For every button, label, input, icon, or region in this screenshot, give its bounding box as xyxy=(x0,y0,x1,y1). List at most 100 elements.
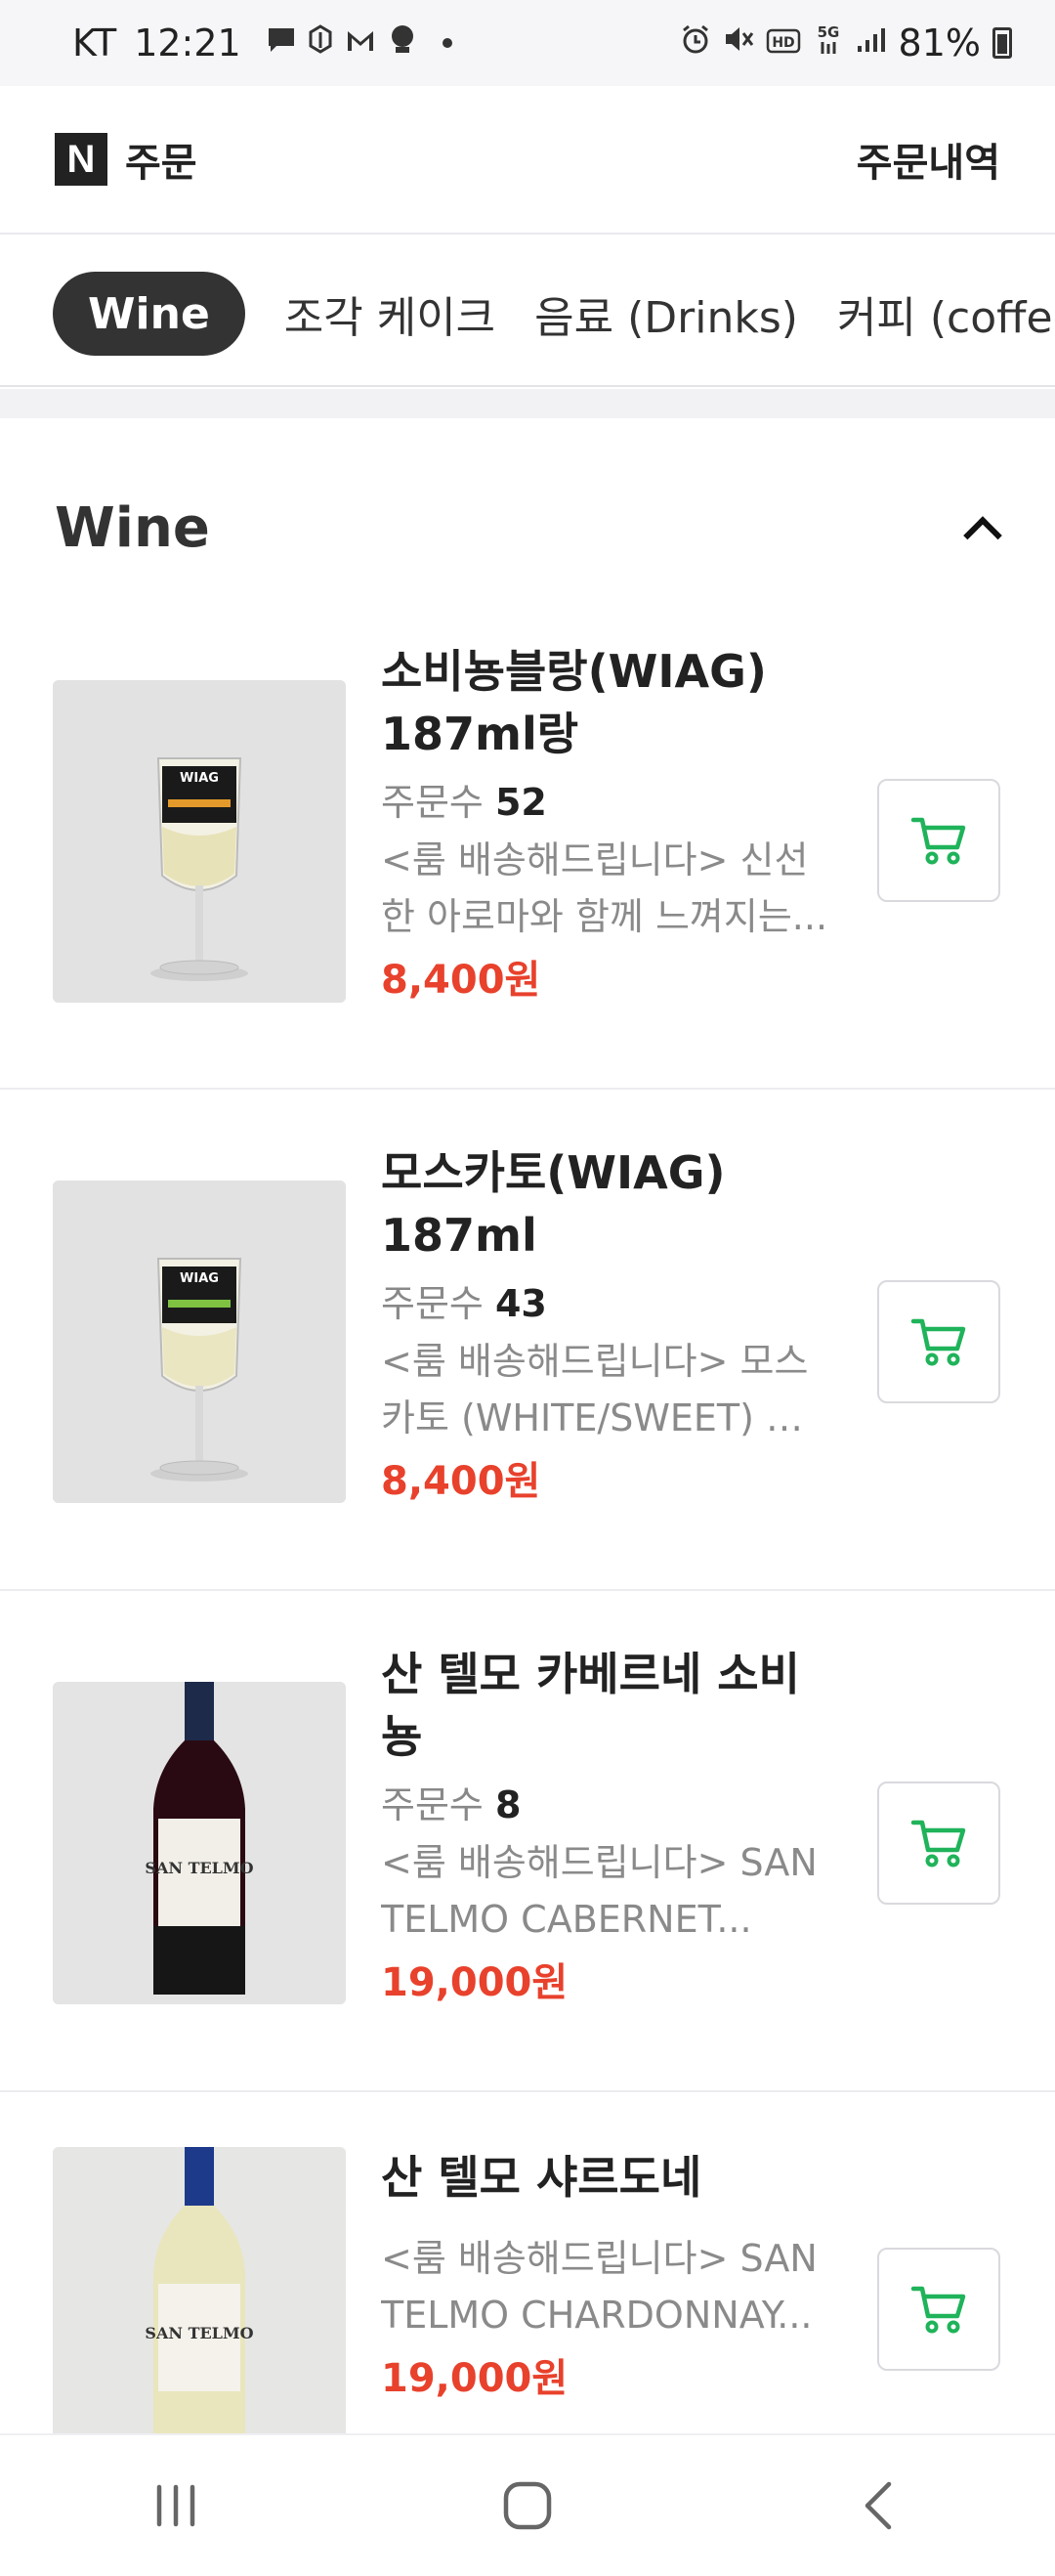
mute-icon xyxy=(723,24,754,62)
svg-text:WIAG: WIAG xyxy=(180,1271,219,1286)
description-line: <룸 배송해드립니다> 모스 xyxy=(381,1340,809,1383)
assistant-icon xyxy=(388,23,417,63)
description-line: 한 아로마와 함께 느껴지는... xyxy=(381,895,828,938)
message-icon xyxy=(267,24,296,62)
order-history-link[interactable]: 주문내역 xyxy=(857,131,1000,188)
category-tabs: Wine 조각 케이크 음료 (Drinks) 커피 (coffee) xyxy=(0,235,1055,387)
battery-percent: 81% xyxy=(898,21,981,64)
cart-icon xyxy=(910,817,966,865)
description-line: <룸 배송해드립니다> SAN xyxy=(381,1841,818,1884)
naver-logo: N xyxy=(55,133,107,186)
home-icon xyxy=(503,2481,552,2530)
order-count-value: 52 xyxy=(494,781,547,824)
add-to-cart-button[interactable] xyxy=(877,2248,1000,2371)
order-count: 주문수 52 xyxy=(381,775,830,830)
5g-icon: 5G xyxy=(813,22,844,64)
product-image: SAN TELMO xyxy=(53,2147,346,2433)
product-name-line: 산 텔모 카베르네 소비 xyxy=(381,1648,800,1700)
section-gap xyxy=(0,389,1055,418)
product-name-line: 소비뇽블랑(WIAG) xyxy=(381,645,767,698)
svg-text:WIAG: WIAG xyxy=(180,771,219,786)
cart-icon xyxy=(910,1820,966,1868)
product-price: 19,000원 xyxy=(381,2356,569,2401)
order-count: 주문수 8 xyxy=(381,1778,830,1832)
product-info: 산 텔모 샤르도네 <룸 배송해드립니다> SAN TELMO CHARDONN… xyxy=(381,2146,830,2408)
product-description: <룸 배송해드립니다> SAN TELMO CHARDONNAY... xyxy=(381,2230,830,2343)
alarm-icon xyxy=(680,23,711,63)
product-description: <룸 배송해드립니다> 모스 카토 (WHITE/SWEET) 케... xyxy=(381,1333,830,1446)
system-nav-bar xyxy=(0,2433,1055,2576)
tab-cake[interactable]: 조각 케이크 xyxy=(284,272,495,356)
recent-apps-button[interactable] xyxy=(132,2471,220,2540)
order-count-value: 8 xyxy=(494,1783,522,1826)
product-info: 모스카토(WIAG) 187ml 주문수 43 <룸 배송해드립니다> 모스 카… xyxy=(381,1141,830,1511)
back-icon xyxy=(865,2481,892,2530)
product-price: 19,000원 xyxy=(381,1960,569,2005)
category-tabs-track: Wine 조각 케이크 음료 (Drinks) 커피 (coffee) xyxy=(53,272,1055,356)
clock: 12:21 xyxy=(134,21,241,64)
product-image: WIAG xyxy=(53,1181,346,1503)
white-wine-bottle-image: SAN TELMO xyxy=(53,2147,346,2433)
description-line: 카토 (WHITE/SWEET) 케... xyxy=(381,1396,830,1439)
cart-icon xyxy=(910,2286,966,2334)
description-line: <룸 배송해드립니다> 신선 xyxy=(381,838,809,881)
recent-apps-icon xyxy=(156,2484,195,2527)
description-line: TELMO CHARDONNAY... xyxy=(381,2294,813,2337)
back-button[interactable] xyxy=(835,2471,923,2540)
product-price: 8,400원 xyxy=(381,958,541,1003)
home-button[interactable] xyxy=(484,2471,571,2540)
product-info: 산 텔모 카베르네 소비 뇽 주문수 8 <룸 배송해드립니다> SAN TEL… xyxy=(381,1643,830,2012)
status-right: HD 5G 81% xyxy=(680,21,1012,64)
product-name-line: 187ml xyxy=(381,1209,537,1262)
add-to-cart-button[interactable] xyxy=(877,1782,1000,1905)
tab-drinks[interactable]: 음료 (Drinks) xyxy=(534,272,798,356)
product-item[interactable]: SAN TELMO 산 텔모 샤르도네 <룸 배송해드립니다> SAN TELM… xyxy=(0,2093,1055,2433)
product-image: WIAG xyxy=(53,680,346,1003)
product-description: <룸 배송해드립니다> SAN TELMO CABERNET... xyxy=(381,1834,830,1948)
tab-wine[interactable]: Wine xyxy=(53,272,245,356)
cart-icon xyxy=(910,1318,966,1366)
product-name: 소비뇽블랑(WIAG) 187ml랑 xyxy=(381,640,830,765)
product-item[interactable]: WIAG 모스카토(WIAG) 187ml 주문수 43 <룸 배송해드립니다>… xyxy=(0,1091,1055,1591)
order-count-value: 43 xyxy=(494,1282,547,1325)
hd-icon: HD xyxy=(766,24,801,62)
product-name-line: 187ml랑 xyxy=(381,708,579,760)
battery-icon xyxy=(992,27,1012,59)
add-to-cart-button[interactable] xyxy=(877,1280,1000,1403)
status-bar: KT 12:21 HD 5G 81% xyxy=(0,0,1055,86)
order-count-label: 주문수 xyxy=(381,1783,484,1826)
chevron-up-icon[interactable] xyxy=(961,508,1000,547)
svg-text:SAN TELMO: SAN TELMO xyxy=(145,1859,253,1877)
tab-coffee[interactable]: 커피 (coffee) xyxy=(837,272,1055,356)
product-item[interactable]: SAN TELMO 산 텔모 카베르네 소비 뇽 주문수 8 <룸 배송해드립니… xyxy=(0,1592,1055,2092)
section-header[interactable]: Wine xyxy=(55,479,1000,577)
product-item[interactable]: WIAG 소비뇽블랑(WIAG) 187ml랑 주문수 52 <룸 배송해드립니… xyxy=(0,589,1055,1090)
product-name-line: 모스카토(WIAG) xyxy=(381,1146,726,1199)
product-name: 산 텔모 샤르도네 xyxy=(381,2151,702,2204)
svg-text:5G: 5G xyxy=(817,23,839,41)
page-title: 주문 xyxy=(125,141,197,186)
product-description: <룸 배송해드립니다> 신선 한 아로마와 함께 느껴지는... xyxy=(381,832,830,945)
section-title: Wine xyxy=(55,495,210,560)
red-wine-bottle-image: SAN TELMO xyxy=(53,1682,346,2004)
product-price: 8,400원 xyxy=(381,1459,541,1504)
svg-text:HD: HD xyxy=(772,35,794,51)
app-header: N 주문 주문내역 xyxy=(0,86,1055,235)
order-count-label: 주문수 xyxy=(381,1282,484,1325)
wine-glass-image: WIAG xyxy=(53,680,346,1003)
signal-icon xyxy=(856,24,887,62)
order-count-label: 주문수 xyxy=(381,781,484,824)
carrier-label: KT xyxy=(72,21,117,64)
product-name-line: 뇽 xyxy=(381,1710,423,1763)
brand: N 주문 xyxy=(55,131,197,188)
product-image: SAN TELMO xyxy=(53,1682,346,2004)
notification-icons xyxy=(267,23,452,63)
description-line: TELMO CABERNET... xyxy=(381,1898,752,1941)
mail-icon xyxy=(345,24,376,62)
product-name: 모스카토(WIAG) 187ml xyxy=(381,1141,830,1267)
description-line: <룸 배송해드립니다> SAN xyxy=(381,2237,818,2280)
status-left: KT 12:21 xyxy=(72,21,452,64)
product-name: 산 텔모 카베르네 소비 뇽 xyxy=(381,1643,830,1768)
add-to-cart-button[interactable] xyxy=(877,779,1000,902)
app-icon xyxy=(308,24,333,62)
